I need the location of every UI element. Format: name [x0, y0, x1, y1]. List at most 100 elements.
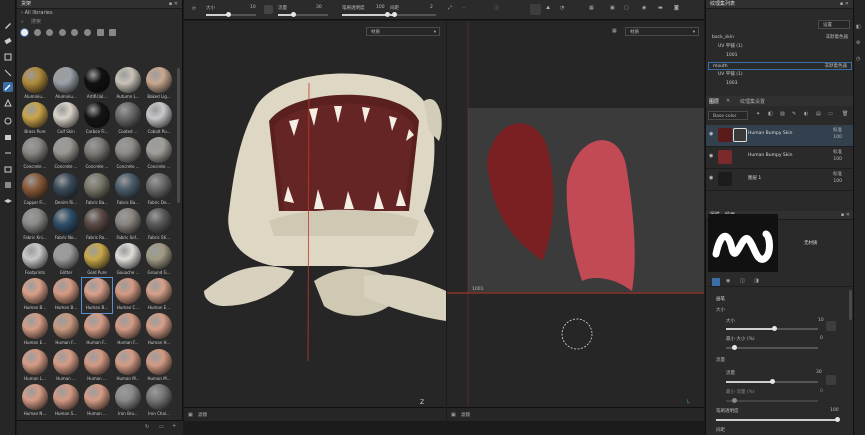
material-thumbnail[interactable]: Aluminiu...: [51, 67, 81, 102]
material-thumbnail[interactable]: Fabric Sti...: [144, 207, 174, 243]
material-thumbnail[interactable]: Coated ...: [113, 102, 143, 137]
properties-scrollbar[interactable]: [849, 290, 852, 320]
material-tab-icon[interactable]: ◨: [754, 278, 759, 284]
material-thumbnail[interactable]: Carbon Fi...: [82, 102, 112, 137]
filter-alpha-icon[interactable]: [71, 29, 79, 36]
material-thumbnail[interactable]: Fabric Ba...: [113, 172, 143, 208]
add-group-icon[interactable]: ▤: [816, 111, 821, 117]
lazy-mouse-icon[interactable]: ╌: [462, 5, 465, 11]
material-thumbnail[interactable]: Human F...: [51, 313, 81, 348]
layer-row[interactable]: ◉ 图层 1 标准 100: [706, 169, 854, 191]
material-thumbnail[interactable]: Iron Chai...: [144, 383, 174, 419]
folder-icon[interactable]: ▭: [828, 111, 833, 117]
color-picker-icon[interactable]: [3, 116, 13, 126]
material-thumbnail[interactable]: Baked Lig...: [144, 67, 174, 102]
brush-shape-icon[interactable]: [530, 4, 541, 15]
view-mode-icon[interactable]: ▢: [624, 5, 629, 11]
smudge-icon[interactable]: [3, 68, 13, 78]
texture-set-row[interactable]: 1001: [708, 52, 852, 60]
material-thumbnail[interactable]: Human ...: [82, 348, 112, 384]
flow-slider[interactable]: [278, 12, 328, 17]
material-thumbnail[interactable]: Glitter: [51, 243, 81, 278]
pen-pressure-icon[interactable]: [826, 321, 836, 331]
polygon-fill-icon[interactable]: [3, 98, 13, 108]
eye-icon[interactable]: ◉: [709, 131, 713, 137]
layer-row[interactable]: ◉ Human Bumpy Skin 标准 100: [706, 147, 854, 169]
stencil-tab-icon[interactable]: ◫: [740, 278, 745, 284]
add-mask-icon[interactable]: ◧: [768, 111, 773, 117]
frame-icon[interactable]: ▣: [610, 5, 615, 11]
material-thumbnail[interactable]: Fabric No...: [51, 207, 81, 243]
material-thumbnail[interactable]: Human M...: [113, 348, 143, 384]
material-thumbnail[interactable]: Human E...: [20, 313, 50, 348]
material-thumbnail[interactable]: Concrete ...: [82, 137, 112, 172]
material-thumbnail[interactable]: Human F...: [82, 313, 112, 348]
filter-procedural-icon[interactable]: [83, 29, 91, 36]
filter-smart-material-icon[interactable]: [33, 29, 41, 36]
material-thumbnail[interactable]: Footprints: [20, 243, 50, 278]
add-fill-layer-icon[interactable]: ▨: [780, 111, 785, 117]
layer-row[interactable]: ◉ Human Bumpy Skin 标准 100: [706, 125, 854, 147]
material-thumbnail[interactable]: Concrete ...: [113, 137, 143, 172]
material-thumbnail[interactable]: Concrete ...: [51, 137, 81, 172]
material-thumbnail[interactable]: Concrete ...: [20, 137, 50, 172]
layer-blend[interactable]: 标准 100: [833, 127, 842, 141]
filter-brush-icon[interactable]: [109, 29, 117, 36]
opacity-slider[interactable]: [342, 12, 390, 17]
tab-layers[interactable]: 图层: [709, 98, 719, 105]
eye-icon[interactable]: ◉: [709, 175, 713, 181]
close-icon[interactable]: ✕: [726, 98, 730, 104]
close-icon[interactable]: ▪ ✕: [840, 0, 849, 9]
grid-icon[interactable]: ▦: [589, 5, 594, 11]
filter-texture-icon[interactable]: [58, 29, 66, 36]
delete-icon[interactable]: 🗑: [842, 111, 848, 117]
mask-thumbnail[interactable]: [733, 128, 747, 142]
material-thumbnail[interactable]: Artificial...: [82, 67, 112, 102]
material-thumbnail[interactable]: Fabric Ro...: [82, 207, 112, 243]
material-thumbnail[interactable]: Human B...: [51, 278, 81, 313]
display-icon[interactable]: ▬: [658, 5, 663, 11]
dock-brush-icon[interactable]: ◧: [856, 24, 861, 30]
add-effect-icon[interactable]: ✦: [756, 111, 760, 117]
texture-set-settings-dropdown[interactable]: 设置: [818, 20, 850, 29]
material-thumbnail[interactable]: Denim Ri...: [51, 172, 81, 208]
material-thumbnail[interactable]: Human ...: [51, 348, 81, 384]
filter-icon[interactable]: ▣: [451, 412, 456, 418]
camera-icon[interactable]: [3, 164, 13, 174]
material-thumbnail[interactable]: Fabric Ba...: [82, 172, 112, 208]
material-thumbnail[interactable]: Human B...: [20, 278, 50, 313]
library-path[interactable]: › All libraries: [17, 9, 182, 18]
close-icon[interactable]: ▪ ✕: [841, 211, 850, 220]
filter-all-icon[interactable]: [21, 29, 28, 36]
material-thumbnail[interactable]: Copper Fi...: [20, 172, 50, 208]
layer-blend[interactable]: 标准 100: [833, 149, 842, 163]
material-thumbnail[interactable]: Human F...: [113, 313, 143, 348]
material-thumbnail[interactable]: Human B...: [81, 277, 113, 315]
flow-slider[interactable]: [726, 379, 818, 384]
texture-set-row[interactable]: mouth 非默着色器: [708, 62, 852, 70]
material-thumbnail[interactable]: Human ...: [82, 383, 112, 419]
geometry-icon[interactable]: [3, 180, 13, 190]
size-slider[interactable]: [726, 326, 818, 331]
min-flow-slider[interactable]: [726, 398, 818, 403]
spacing-slider[interactable]: [390, 12, 436, 17]
material-thumbnail[interactable]: Gold Pure: [82, 243, 112, 278]
material-thumbnail[interactable]: Gouache ...: [113, 243, 143, 278]
material-thumbnail[interactable]: Autumn L...: [113, 67, 143, 102]
refresh-icon[interactable]: ↻: [145, 424, 149, 430]
texture-set-row[interactable]: UV 平铺 (1): [708, 43, 852, 51]
brush-preset-icon[interactable]: ⟳: [192, 6, 196, 12]
material-thumbnail[interactable]: Ground G...: [144, 243, 174, 278]
measure-icon[interactable]: [3, 148, 13, 158]
clone-icon[interactable]: [3, 82, 13, 92]
material-thumbnail[interactable]: Human C...: [113, 278, 143, 313]
viewport-3d[interactable]: 材质 ▾ Z ▣ 滤镜: [184, 21, 446, 421]
material-thumbnail[interactable]: Iron Bru...: [113, 383, 143, 419]
paint-brush-icon[interactable]: [3, 20, 13, 30]
add-smart-material-icon[interactable]: ◐: [804, 111, 808, 117]
texture-set-row[interactable]: 1003: [708, 80, 852, 88]
filter-material-icon[interactable]: [46, 29, 54, 36]
material-thumbnail[interactable]: Concrete ...: [144, 137, 174, 172]
record-icon[interactable]: ◉: [642, 5, 646, 11]
eraser-icon[interactable]: [3, 36, 13, 46]
